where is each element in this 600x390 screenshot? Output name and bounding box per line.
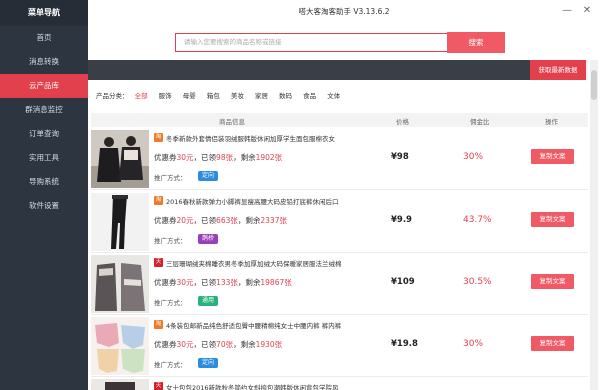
sidebar-item-message-convert[interactable]: 消息转换 xyxy=(0,50,88,74)
sidebar-item-home[interactable]: 首页 xyxy=(0,26,88,50)
category-label: 产品分类： xyxy=(96,92,129,100)
copy-text-button[interactable]: 复制文案 xyxy=(531,274,574,289)
sidebar: 菜单导航 首页 消息转换 云产品库 群消息监控 订单查询 实用工具 导购系统 软… xyxy=(0,0,88,390)
header-product-info: 商品信息 xyxy=(219,118,245,126)
minimize-icon[interactable]: — xyxy=(560,4,574,18)
copy-text-button[interactable]: 复制文案 xyxy=(531,212,574,227)
price: ¥98 xyxy=(391,152,409,162)
product-title[interactable]: 冬季新款外套情侣装羽绒服韩版休闲加厚学生面包服棉衣女 xyxy=(166,133,335,143)
category-filter: 产品分类： 全部 服饰 母婴 箱包 美妆 家居 数码 食品 文体 xyxy=(96,90,349,102)
table-header: 商品信息 价格 佣金比 操作 xyxy=(91,113,588,127)
header-action: 操作 xyxy=(545,118,558,126)
promo-tag: 鹊桥 xyxy=(198,234,219,244)
header-price: 价格 xyxy=(396,118,409,126)
product-title[interactable]: 女士包包2016新款秋冬简约女斜挎包潮韩版休闲背包学院风 xyxy=(166,382,339,390)
commission-rate: 30% xyxy=(463,152,484,162)
promo-label: 推广方式： xyxy=(154,174,187,182)
tmall-icon: 天 xyxy=(154,258,163,267)
taobao-icon: 淘 xyxy=(154,133,163,142)
product-title[interactable]: 2016春秋新款弹力小脚裤显瘦高腰大码皮铅打底裤休闲后口 xyxy=(166,196,339,206)
search-button[interactable]: 搜索 xyxy=(447,32,505,53)
sidebar-item-tools[interactable]: 实用工具 xyxy=(0,146,88,170)
table-row: 淘 4条装包邮新品纯色舒适包臀中腰精棉纯女士中腰内裤 裤内裤 优惠券30元，已领… xyxy=(91,315,588,377)
category-home[interactable]: 家居 xyxy=(255,90,268,100)
coupon-info: 优惠券30元，已领98张，剩余1902张 xyxy=(154,153,283,162)
commission-rate: 30% xyxy=(463,339,484,349)
tmall-icon: 天 xyxy=(154,382,163,390)
category-food[interactable]: 食品 xyxy=(303,90,316,100)
search-input[interactable]: 请输入您要搜索的商品名称或链接 xyxy=(175,33,447,52)
category-digital[interactable]: 数码 xyxy=(279,90,292,100)
window-title: 嗒大客淘客助手 V3.13.6.2 xyxy=(298,7,390,16)
coupon-info: 优惠券20元，已领663张，剩余2337张 xyxy=(154,216,287,225)
toolbar-band-dark xyxy=(88,60,530,80)
scrollbar-thumb[interactable] xyxy=(591,70,597,100)
category-baby[interactable]: 母婴 xyxy=(183,90,196,100)
fetch-latest-button[interactable]: 获取最新数据 xyxy=(530,60,586,80)
commission-rate: 30.5% xyxy=(463,277,492,287)
product-image[interactable] xyxy=(91,255,149,313)
promo-label: 推广方式： xyxy=(154,361,187,369)
table-row: 淘 2016春秋新款弹力小脚裤显瘦高腰大码皮铅打底裤休闲后口 优惠券20元，已领… xyxy=(91,191,588,253)
sidebar-title: 菜单导航 xyxy=(0,0,88,26)
close-icon[interactable]: ✕ xyxy=(580,4,594,18)
category-bags[interactable]: 箱包 xyxy=(207,90,220,100)
taobao-icon: 淘 xyxy=(154,196,163,205)
header-commission: 佣金比 xyxy=(470,118,490,126)
price: ¥9.9 xyxy=(391,215,412,225)
promo-tag: 通用 xyxy=(198,296,219,306)
taobao-icon: 淘 xyxy=(154,320,163,329)
table-row: 淘 冬季新款外套情侣装羽绒服韩版休闲加厚学生面包服棉衣女 优惠券30元，已领98… xyxy=(91,128,588,190)
scrollbar[interactable] xyxy=(590,60,598,390)
table-row: 天 三层珊瑚绒夹棉睡衣男冬季加厚加绒大码保暖家居服法兰绒棉 优惠券30元，已领1… xyxy=(91,253,588,315)
titlebar: 嗒大客淘客助手 V3.13.6.2 — ✕ xyxy=(88,0,600,24)
product-image[interactable] xyxy=(91,317,149,375)
category-clothing[interactable]: 服饰 xyxy=(159,90,172,100)
product-title[interactable]: 4条装包邮新品纯色舒适包臀中腰精棉纯女士中腰内裤 裤内裤 xyxy=(166,320,341,330)
sidebar-item-shopping-guide[interactable]: 导购系统 xyxy=(0,170,88,194)
price: ¥19.8 xyxy=(391,339,418,349)
product-image[interactable] xyxy=(91,130,149,188)
coupon-info: 优惠券30元，已领133张，剩余19867张 xyxy=(154,278,292,287)
product-image[interactable] xyxy=(91,379,149,390)
sidebar-item-order-query[interactable]: 订单查询 xyxy=(0,122,88,146)
price: ¥109 xyxy=(391,277,415,287)
category-all[interactable]: 全部 xyxy=(135,90,148,100)
promo-label: 推广方式： xyxy=(154,299,187,307)
commission-rate: 43.7% xyxy=(463,215,492,225)
sidebar-item-cloud-products[interactable]: 云产品库 xyxy=(0,74,88,98)
promo-label: 推广方式： xyxy=(154,237,187,245)
copy-text-button[interactable]: 复制文案 xyxy=(531,336,574,351)
product-title[interactable]: 三层珊瑚绒夹棉睡衣男冬季加厚加绒大码保暖家居服法兰绒棉 xyxy=(166,258,342,268)
copy-text-button[interactable]: 复制文案 xyxy=(531,149,574,164)
category-beauty[interactable]: 美妆 xyxy=(231,90,244,100)
coupon-info: 优惠券30元，已领70张，剩余1930张 xyxy=(154,340,283,349)
sidebar-item-group-monitor[interactable]: 群消息监控 xyxy=(0,98,88,122)
category-sports[interactable]: 文体 xyxy=(327,90,340,100)
product-image[interactable] xyxy=(91,193,149,251)
promo-tag: 定向 xyxy=(198,358,219,368)
promo-tag: 定向 xyxy=(198,171,219,181)
table-row: 天 女士包包2016新款秋冬简约女斜挎包潮韩版休闲背包学院风 xyxy=(91,377,588,390)
sidebar-item-settings[interactable]: 软件设置 xyxy=(0,194,88,218)
